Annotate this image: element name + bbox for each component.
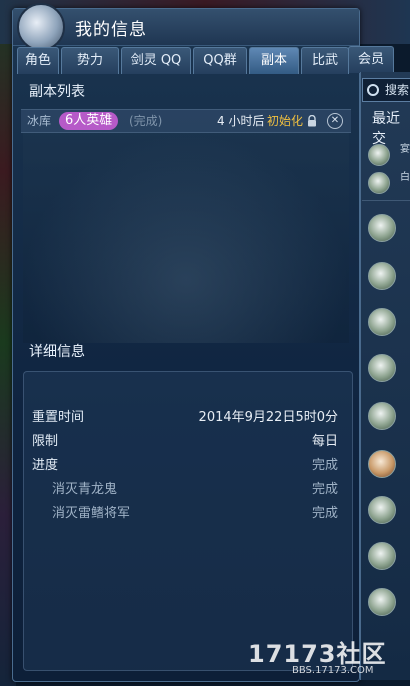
- tab-bar: 角色 势力 剑灵 QQ QQ群 副本 比武: [17, 47, 357, 74]
- contact-name: 白: [400, 172, 410, 183]
- contact-avatar[interactable]: [368, 496, 396, 524]
- tab-faction[interactable]: 势力: [61, 47, 119, 74]
- close-icon[interactable]: ✕: [327, 113, 343, 129]
- search-input[interactable]: 搜索: [362, 78, 410, 102]
- my-info-window: 我的信息 角色 势力 剑灵 QQ QQ群 副本 比武 副本列表 冰库 6人英雄 …: [12, 3, 360, 682]
- detail-panel: 重置时间 2014年9月22日5时0分 限制 每日 进度 完成 消灭青龙鬼 完成…: [23, 371, 353, 671]
- contact-avatar[interactable]: [368, 144, 390, 166]
- detail-title: 详细信息: [29, 344, 85, 360]
- detail-value-objective-1: 完成: [311, 482, 338, 497]
- dungeon-name: 冰库: [27, 114, 52, 128]
- emblem-icon: [17, 3, 65, 51]
- search-icon: [367, 84, 379, 96]
- detail-label-objective-2: 消灭雷鳍将军: [52, 506, 131, 521]
- reset-action: 初始化: [267, 114, 304, 128]
- tab-character[interactable]: 角色: [17, 47, 59, 74]
- tab-qq-group[interactable]: QQ群: [193, 47, 247, 74]
- lock-icon: [308, 115, 316, 127]
- contact-avatar[interactable]: [368, 262, 396, 290]
- detail-value-reset-time: 2014年9月22日5时0分: [198, 410, 338, 425]
- dungeon-list-title: 副本列表: [29, 84, 85, 100]
- contact-avatar[interactable]: [368, 214, 396, 242]
- contact-avatar[interactable]: [368, 588, 396, 616]
- dungeon-status: (完成): [129, 114, 163, 128]
- tab-bns-qq[interactable]: 剑灵 QQ: [121, 47, 191, 74]
- dungeon-row[interactable]: 冰库 6人英雄 (完成) 4 小时后 初始化 ✕: [21, 109, 351, 133]
- dungeon-scene-image: [23, 133, 349, 343]
- detail-value-limit: 每日: [311, 434, 338, 449]
- tab-arena[interactable]: 比武: [301, 47, 349, 74]
- search-label: 搜索: [385, 83, 410, 97]
- contact-avatar[interactable]: [368, 450, 396, 478]
- site-watermark: 17173社区: [248, 640, 387, 668]
- detail-label-reset-time: 重置时间: [32, 410, 85, 425]
- contact-name: 宴: [400, 144, 410, 155]
- detail-label-progress: 进度: [32, 458, 59, 473]
- detail-value-objective-2: 完成: [311, 506, 338, 521]
- detail-label-objective-1: 消灭青龙鬼: [52, 482, 118, 497]
- detail-label-limit: 限制: [32, 434, 59, 449]
- reset-countdown: 4 小时后: [217, 114, 265, 128]
- window-title: 我的信息: [75, 20, 147, 40]
- divider: [362, 200, 410, 201]
- contact-avatar[interactable]: [368, 542, 396, 570]
- dungeon-mode-badge: 6人英雄: [59, 112, 119, 130]
- contact-avatar[interactable]: [368, 172, 390, 194]
- contact-avatar[interactable]: [368, 354, 396, 382]
- tab-dungeon[interactable]: 副本: [249, 47, 299, 74]
- contact-avatar[interactable]: [368, 402, 396, 430]
- title-bar[interactable]: 我的信息: [13, 3, 359, 51]
- contact-avatar[interactable]: [368, 308, 396, 336]
- tab-vip[interactable]: 会员: [348, 46, 394, 73]
- detail-value-progress: 完成: [311, 458, 338, 473]
- site-watermark-url: BBS.17173.COM: [292, 665, 374, 676]
